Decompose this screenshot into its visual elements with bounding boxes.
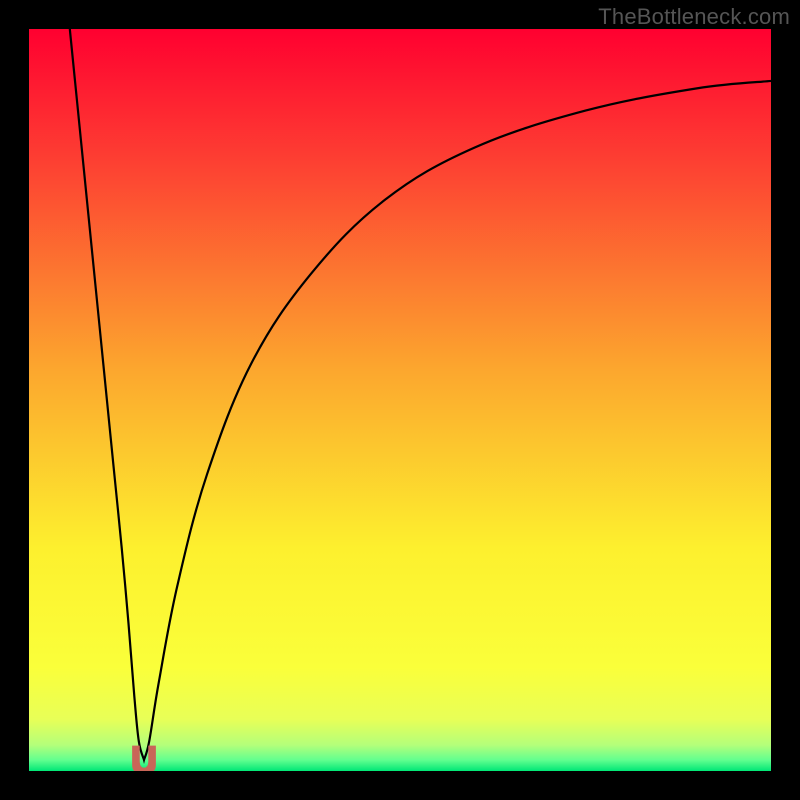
plot-area	[29, 29, 771, 771]
bottleneck-curve	[70, 29, 771, 760]
curve-layer	[29, 29, 771, 771]
chart-container: TheBottleneck.com	[0, 0, 800, 800]
watermark-text: TheBottleneck.com	[598, 4, 790, 30]
